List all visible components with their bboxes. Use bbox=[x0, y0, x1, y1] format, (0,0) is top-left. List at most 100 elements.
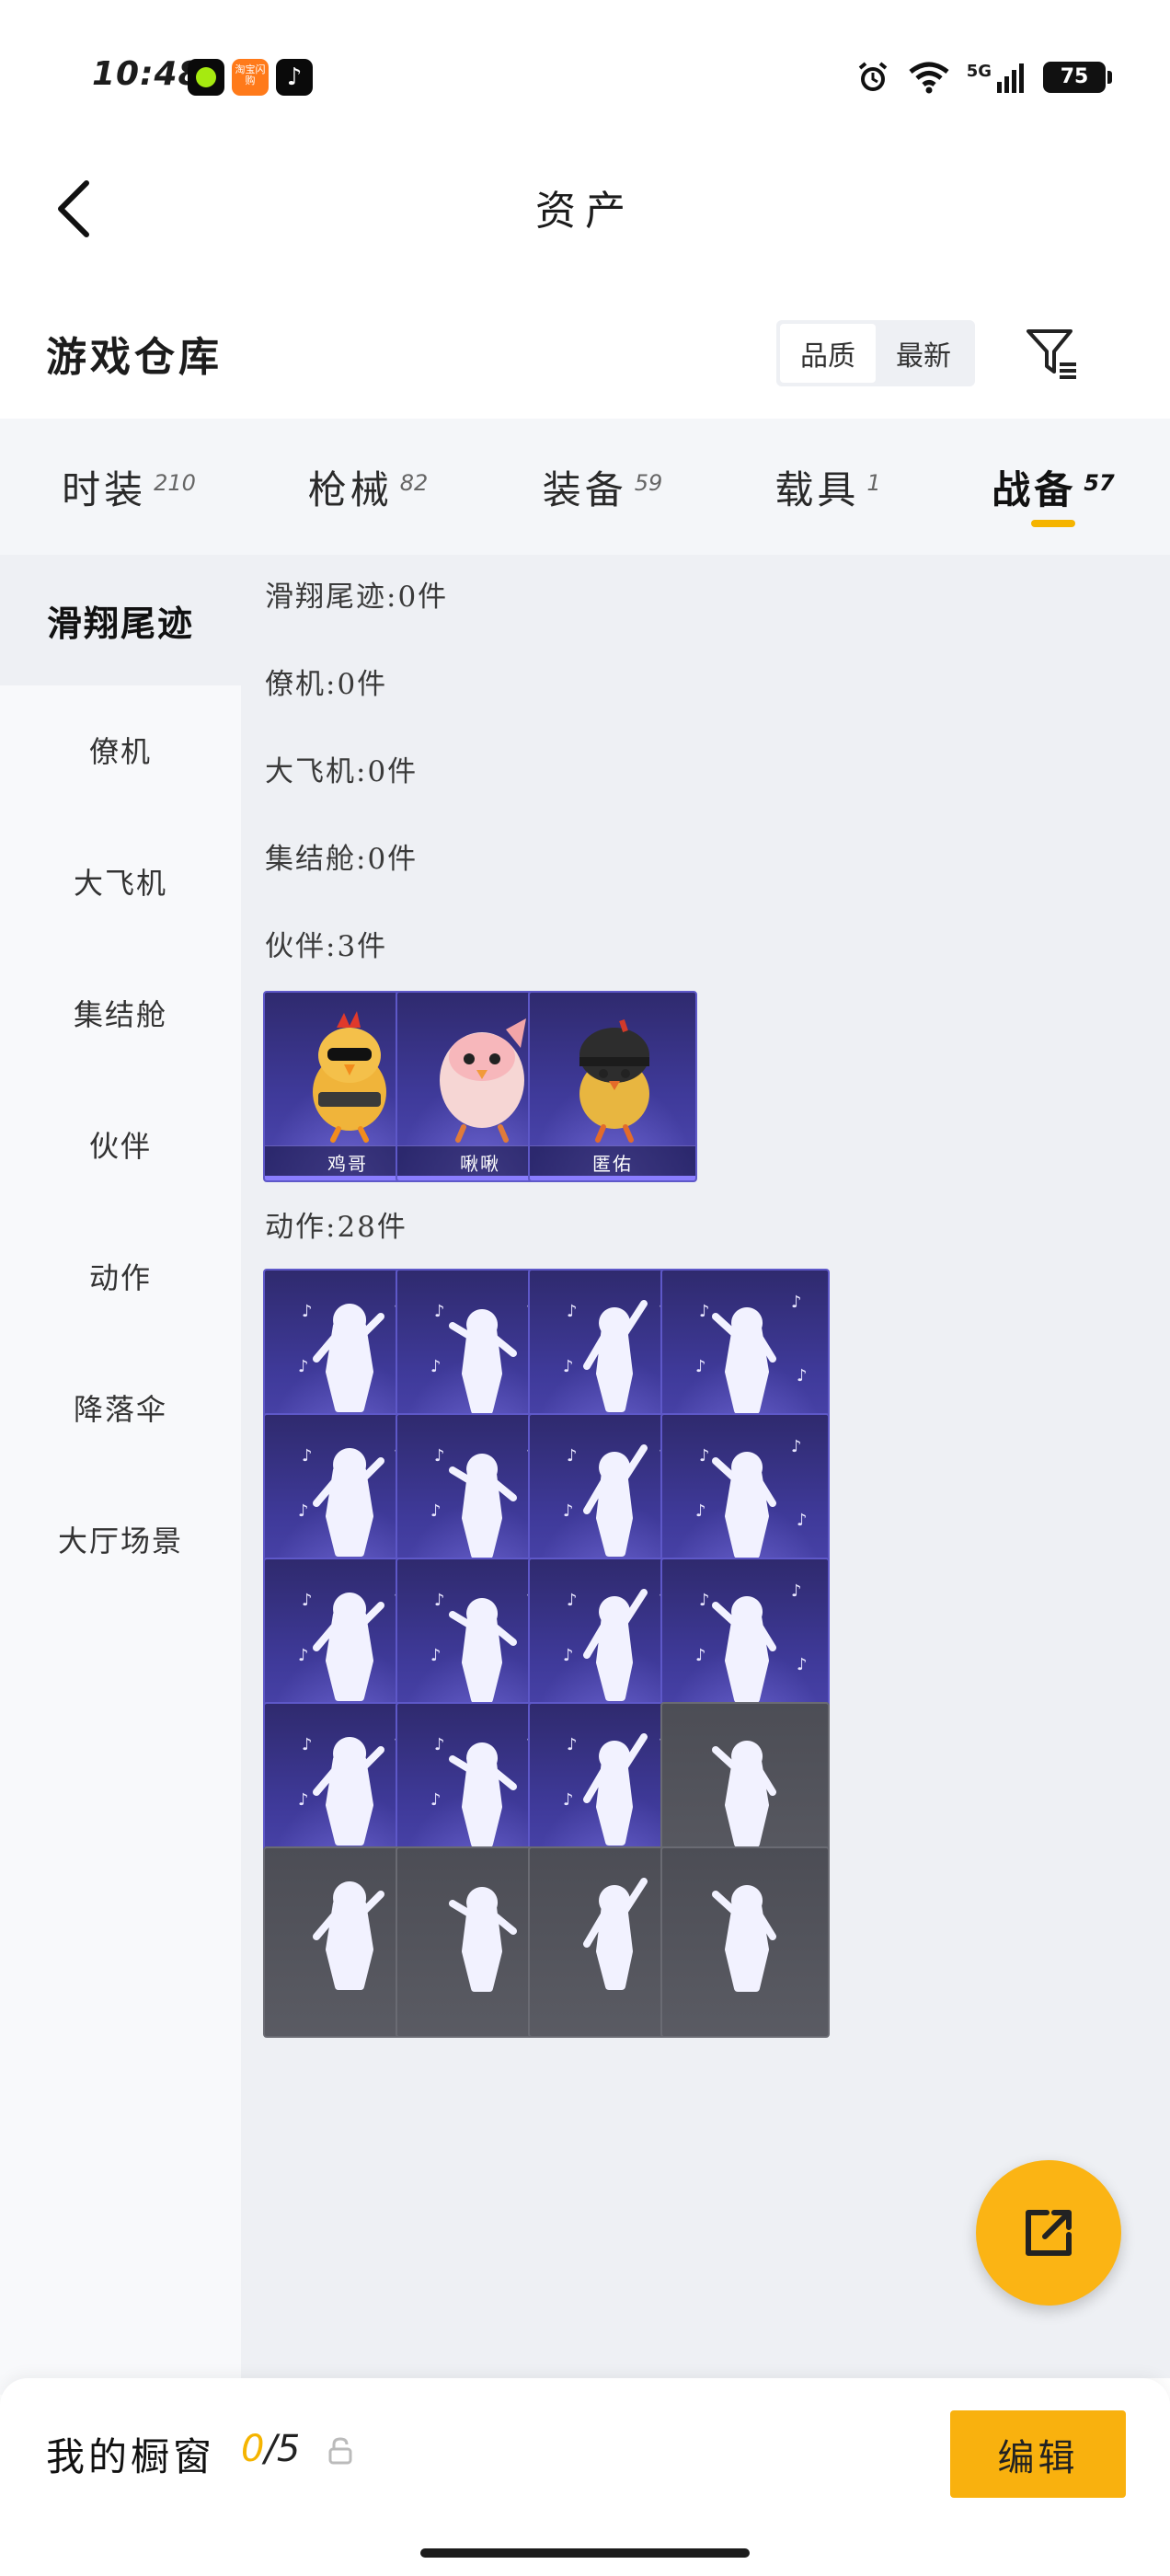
music-note-icon: ♪ bbox=[567, 1591, 578, 1610]
wingman-count: 僚机:0件 bbox=[265, 668, 388, 701]
sidebar-item-big-plane[interactable]: 大飞机 bbox=[0, 817, 241, 946]
dance-figure-icon: ♪ ♪ ♪ ♪ bbox=[695, 1293, 808, 1414]
music-note-icon: ♪ bbox=[434, 1302, 445, 1321]
taobao-flash-icon: 淘宝闪购 bbox=[232, 59, 269, 96]
battery-indicator: 75 bbox=[1043, 62, 1112, 93]
sort-quality-option[interactable]: 品质 bbox=[780, 324, 876, 383]
tab-vehicles[interactable]: 载具 1 bbox=[736, 419, 920, 555]
external-link-icon bbox=[1026, 2210, 1072, 2256]
music-note-icon: ♪ bbox=[695, 1501, 706, 1521]
wifi-icon bbox=[909, 62, 949, 94]
warehouse-header: 游戏仓库 品质 最新 bbox=[0, 304, 1170, 405]
music-note-icon: ♪ bbox=[563, 1790, 574, 1810]
share-fab-button[interactable] bbox=[976, 2160, 1121, 2306]
music-note-icon: ♪ bbox=[302, 1302, 313, 1321]
tab-count: 57 bbox=[1084, 470, 1115, 496]
tab-fashion[interactable]: 时装 210 bbox=[37, 419, 221, 555]
dance-figure-icon bbox=[712, 1885, 776, 1992]
dance-figure-icon bbox=[712, 1741, 776, 1847]
dance-figure-icon: ♪ ♪ ♪ ♪ bbox=[695, 1437, 808, 1558]
music-note-icon: ♪ bbox=[797, 1655, 808, 1674]
tab-label: 时装 bbox=[62, 466, 147, 512]
music-note-icon: ♪ bbox=[563, 1357, 574, 1376]
sidebar-item-action[interactable]: 动作 bbox=[0, 1212, 241, 1340]
music-note-icon: ♪ bbox=[563, 1501, 574, 1521]
tab-label: 枪械 bbox=[307, 466, 393, 512]
partner-card[interactable]: 匿佑 bbox=[528, 991, 697, 1182]
system-indicators: 5G 75 bbox=[855, 53, 1112, 101]
music-note-icon: ♪ bbox=[434, 1591, 445, 1610]
active-tab-underline bbox=[1031, 520, 1075, 527]
music-note-icon: ♪ bbox=[791, 1293, 802, 1312]
dance-figure-icon: ♪ ♪ ♪ ♪ bbox=[695, 1581, 808, 1703]
tab-guns[interactable]: 枪械 82 bbox=[276, 419, 460, 555]
home-indicator[interactable] bbox=[420, 2548, 750, 2558]
tab-count: 1 bbox=[866, 470, 881, 496]
music-note-icon: ♪ bbox=[695, 1357, 706, 1376]
showcase-label: 我的橱窗 bbox=[46, 2434, 216, 2479]
music-note-icon: ♪ bbox=[298, 1501, 309, 1521]
music-note-icon: ♪ bbox=[302, 1591, 313, 1610]
music-note-icon: ♪ bbox=[567, 1302, 578, 1321]
sort-toggle: 品质 最新 bbox=[776, 320, 975, 386]
music-note-icon: ♪ bbox=[567, 1446, 578, 1466]
music-note-icon: ♪ bbox=[302, 1446, 313, 1466]
content-panel: 滑翔尾迹:0件 僚机:0件 大飞机:0件 集结舱:0件 伙伴:3件 鸡哥 啾啾 … bbox=[241, 555, 1170, 2378]
music-note-icon: ♪ bbox=[699, 1302, 710, 1321]
sidebar-item-glide-trail[interactable]: 滑翔尾迹 bbox=[0, 555, 241, 685]
showcase-count-total: /5 bbox=[264, 2428, 301, 2470]
edit-button[interactable]: 编辑 bbox=[950, 2410, 1126, 2498]
glide-trail-count: 滑翔尾迹:0件 bbox=[265, 581, 449, 614]
music-note-icon: ♪ bbox=[699, 1591, 710, 1610]
tab-label: 战备 bbox=[992, 466, 1077, 512]
page-title: 资产 bbox=[535, 188, 635, 235]
filter-button[interactable] bbox=[1023, 324, 1082, 383]
filter-icon bbox=[1027, 329, 1076, 379]
sidebar-item-parachute[interactable]: 降落伞 bbox=[0, 1343, 241, 1472]
subcategory-sidebar: 滑翔尾迹 僚机 大飞机 集结舱 伙伴 动作 降落伞 大厅场景 bbox=[0, 555, 241, 2395]
music-note-icon: ♪ bbox=[567, 1735, 578, 1754]
signal-icon bbox=[997, 63, 1024, 93]
showcase-bar: 我的橱窗 0/5 编辑 bbox=[0, 2378, 1170, 2576]
music-note-icon: ♪ bbox=[695, 1646, 706, 1665]
tab-combat-gear[interactable]: 战备 57 bbox=[961, 419, 1145, 555]
status-time: 10:48 bbox=[92, 55, 202, 93]
showcase-count: 0/5 bbox=[241, 2428, 300, 2470]
sort-latest-option[interactable]: 最新 bbox=[876, 324, 971, 383]
music-note-icon: ♪ bbox=[797, 1366, 808, 1386]
network-type: 5G bbox=[966, 61, 992, 81]
music-note-icon: ♪ bbox=[298, 1357, 309, 1376]
sidebar-item-lobby-scene[interactable]: 大厅场景 bbox=[0, 1475, 241, 1604]
section-title: 游戏仓库 bbox=[46, 334, 223, 381]
music-note-icon: ♪ bbox=[302, 1735, 313, 1754]
music-note-icon: ♪ bbox=[430, 1357, 442, 1376]
tab-count: 59 bbox=[634, 470, 663, 496]
tiktok-icon: ♪ bbox=[276, 59, 313, 96]
helmet-chick-partner-icon bbox=[579, 1019, 649, 1143]
music-note-icon: ♪ bbox=[434, 1446, 445, 1466]
music-note-icon: ♪ bbox=[430, 1501, 442, 1521]
tab-equipment[interactable]: 装备 59 bbox=[510, 419, 694, 555]
sidebar-item-partner[interactable]: 伙伴 bbox=[0, 1080, 241, 1209]
partner-count: 伙伴:3件 bbox=[265, 930, 388, 963]
tab-count: 82 bbox=[399, 470, 429, 496]
sidebar-item-wingman[interactable]: 僚机 bbox=[0, 685, 241, 814]
tab-label: 装备 bbox=[542, 466, 627, 512]
status-bar: 10:48 淘宝闪购 ♪ 5G 75 bbox=[0, 0, 1170, 152]
record-app-icon bbox=[188, 59, 224, 96]
music-note-icon: ♪ bbox=[791, 1581, 802, 1601]
big-plane-count: 大飞机:0件 bbox=[265, 755, 419, 788]
category-tabs: 时装 210 枪械 82 装备 59 载具 1 战备 57 bbox=[0, 419, 1170, 555]
showcase-count-current: 0 bbox=[241, 2428, 265, 2470]
tab-label: 载具 bbox=[774, 466, 860, 512]
sidebar-item-assembly-pod[interactable]: 集结舱 bbox=[0, 949, 241, 1077]
action-card[interactable] bbox=[660, 1846, 830, 2038]
alarm-icon bbox=[858, 62, 887, 91]
music-note-icon: ♪ bbox=[298, 1790, 309, 1810]
music-note-icon: ♪ bbox=[430, 1646, 442, 1665]
music-note-icon: ♪ bbox=[430, 1790, 442, 1810]
music-note-icon: ♪ bbox=[563, 1646, 574, 1665]
tab-count: 210 bbox=[154, 470, 196, 496]
music-note-icon: ♪ bbox=[797, 1511, 808, 1530]
music-note-icon: ♪ bbox=[699, 1446, 710, 1466]
